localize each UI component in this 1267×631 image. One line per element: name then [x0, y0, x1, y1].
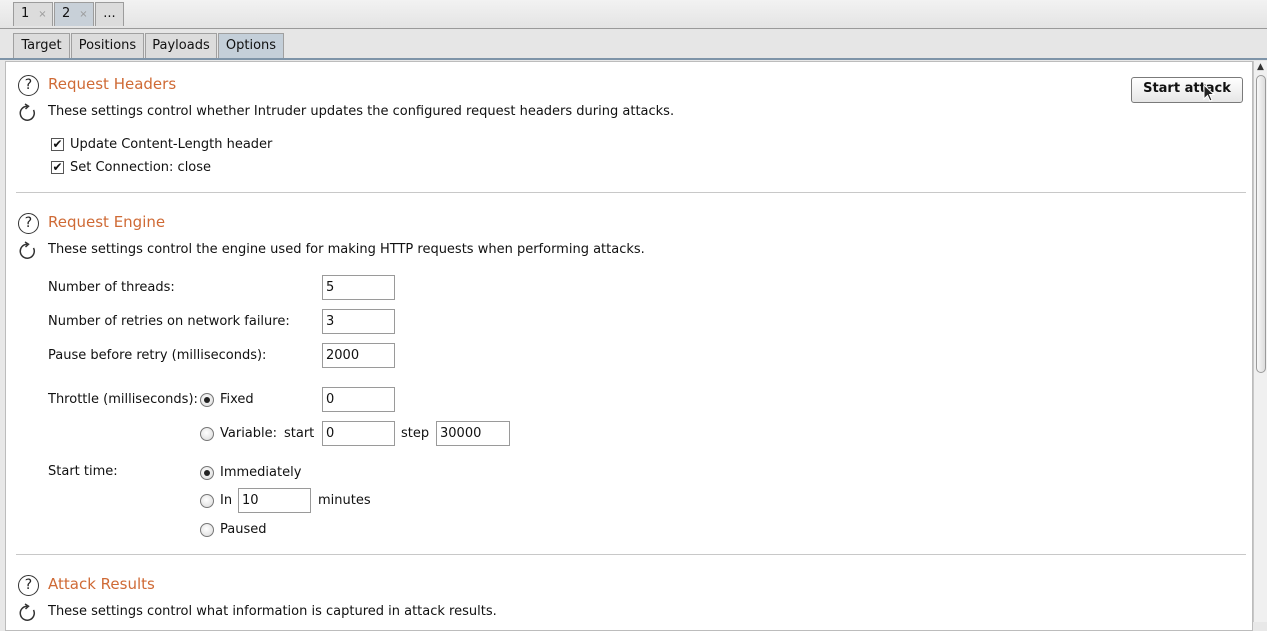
- throttle-fixed-label: Fixed: [220, 392, 254, 407]
- close-icon[interactable]: ×: [38, 9, 46, 20]
- section-description: These settings control the engine used f…: [48, 242, 645, 257]
- section-description: These settings control what information …: [48, 604, 497, 619]
- set-connection-close-label: Set Connection: close: [70, 160, 212, 175]
- start-in-unit-label: minutes: [318, 493, 371, 508]
- throttle-start-label: start: [284, 426, 315, 441]
- tab-label: Options: [225, 38, 277, 53]
- restore-defaults-icon[interactable]: [18, 103, 38, 123]
- start-paused-label: Paused: [220, 522, 267, 537]
- attack-tab-1[interactable]: 1 ×: [13, 2, 53, 26]
- scroll-up-icon[interactable]: ▲: [1254, 61, 1267, 74]
- attack-tab-2[interactable]: 2 ×: [54, 2, 94, 26]
- throttle-label: Throttle (milliseconds):: [48, 392, 198, 407]
- tab-label: Target: [21, 38, 62, 53]
- start-attack-button[interactable]: Start attack: [1131, 77, 1243, 103]
- restore-defaults-icon[interactable]: [18, 241, 38, 261]
- start-immediately-radio[interactable]: [200, 466, 214, 480]
- section-description: These settings control whether Intruder …: [48, 104, 675, 119]
- threads-label: Number of threads:: [48, 280, 175, 295]
- threads-input[interactable]: [322, 275, 395, 300]
- start-in-minutes-input[interactable]: [238, 488, 311, 513]
- options-panel: ? Request Headers These settings control…: [5, 61, 1253, 631]
- new-tab-button[interactable]: ...: [95, 2, 124, 26]
- section-title-request-headers: Request Headers: [48, 75, 177, 93]
- new-tab-label: ...: [103, 6, 116, 21]
- attack-tab-label: 1: [21, 6, 30, 21]
- tab-target[interactable]: Target: [13, 33, 70, 58]
- pause-before-retry-label: Pause before retry (milliseconds):: [48, 348, 267, 363]
- throttle-start-input[interactable]: [322, 421, 395, 446]
- retries-label: Number of retries on network failure:: [48, 314, 290, 329]
- throttle-step-input[interactable]: [436, 421, 510, 446]
- throttle-fixed-input[interactable]: [322, 387, 395, 412]
- start-in-radio[interactable]: [200, 494, 214, 508]
- mouse-pointer-icon: [1203, 84, 1215, 102]
- section-divider: [16, 192, 1246, 193]
- start-in-label: In: [220, 493, 233, 508]
- tab-payloads[interactable]: Payloads: [145, 33, 217, 58]
- help-icon[interactable]: ?: [18, 75, 39, 96]
- update-content-length-checkbox[interactable]: ✔: [51, 138, 64, 151]
- help-icon[interactable]: ?: [18, 213, 39, 234]
- start-paused-radio[interactable]: [200, 523, 214, 537]
- tab-label: Payloads: [152, 38, 210, 53]
- throttle-variable-label: Variable:: [220, 426, 278, 441]
- tab-label: Positions: [78, 38, 137, 53]
- help-icon[interactable]: ?: [18, 575, 39, 596]
- set-connection-close-checkbox[interactable]: ✔: [51, 161, 64, 174]
- section-divider: [16, 554, 1246, 555]
- start-immediately-label: Immediately: [220, 465, 302, 480]
- start-time-label: Start time:: [48, 464, 118, 479]
- tab-positions[interactable]: Positions: [71, 33, 144, 58]
- restore-defaults-icon[interactable]: [18, 603, 38, 623]
- section-title-attack-results: Attack Results: [48, 575, 155, 593]
- section-title-request-engine: Request Engine: [48, 213, 166, 231]
- retries-input[interactable]: [322, 309, 395, 334]
- throttle-fixed-radio[interactable]: [200, 393, 214, 407]
- throttle-variable-radio[interactable]: [200, 427, 214, 441]
- intruder-subtabs: Target Positions Payloads Options: [0, 29, 1267, 60]
- update-content-length-label: Update Content-Length header: [70, 137, 273, 152]
- attack-tab-label: 2: [62, 6, 71, 21]
- close-icon[interactable]: ×: [79, 9, 87, 20]
- attack-tab-strip: 1 × 2 × ...: [0, 0, 1267, 29]
- scrollbar-thumb[interactable]: [1256, 75, 1266, 373]
- throttle-step-label: step: [401, 426, 430, 441]
- vertical-scrollbar[interactable]: ▲: [1253, 61, 1267, 622]
- tab-options[interactable]: Options: [218, 33, 284, 58]
- pause-before-retry-input[interactable]: [322, 343, 395, 368]
